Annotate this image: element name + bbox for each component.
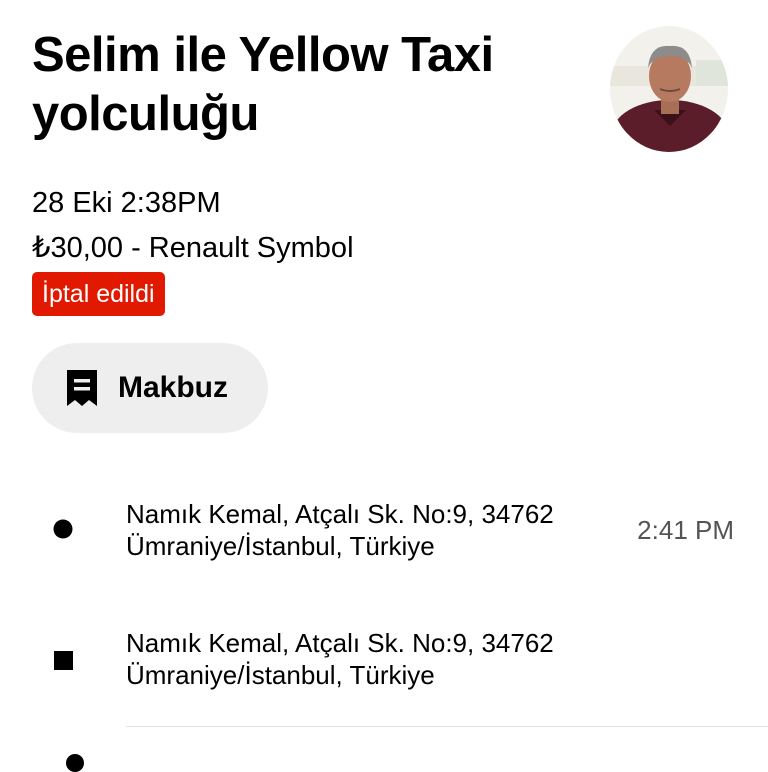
pickup-address-line2: Ümraniye/İstanbul, Türkiye — [126, 531, 435, 561]
trip-title: Selim ile Yellow Taxi yolculuğu — [32, 28, 494, 141]
pickup-address: Namık Kemal, Atçalı Sk. No:9, 34762 Ümra… — [126, 498, 596, 562]
section-divider — [126, 726, 768, 727]
status-badge: İptal edildi — [32, 272, 165, 316]
pickup-time: 2:41 PM — [637, 515, 734, 545]
driver-avatar — [610, 26, 728, 152]
pickup-address-line1: Namık Kemal, Atçalı Sk. No:9, 34762 — [126, 499, 554, 529]
receipt-icon — [66, 369, 98, 407]
next-section-icon — [66, 754, 84, 772]
receipt-button-label: Makbuz — [118, 371, 229, 404]
dropoff-address-line2: Ümraniye/İstanbul, Türkiye — [126, 660, 435, 690]
trip-date-time: 28 Eki 2:38PM — [32, 187, 221, 219]
receipt-button[interactable]: Makbuz — [32, 343, 268, 433]
dropoff-address: Namık Kemal, Atçalı Sk. No:9, 34762 Ümra… — [126, 627, 596, 691]
circle-dot-icon — [53, 519, 73, 544]
square-stop-icon — [54, 651, 73, 675]
dropoff-address-line1: Namık Kemal, Atçalı Sk. No:9, 34762 — [126, 628, 554, 658]
trip-price-vehicle: ₺30,00 - Renault Symbol — [32, 232, 354, 264]
